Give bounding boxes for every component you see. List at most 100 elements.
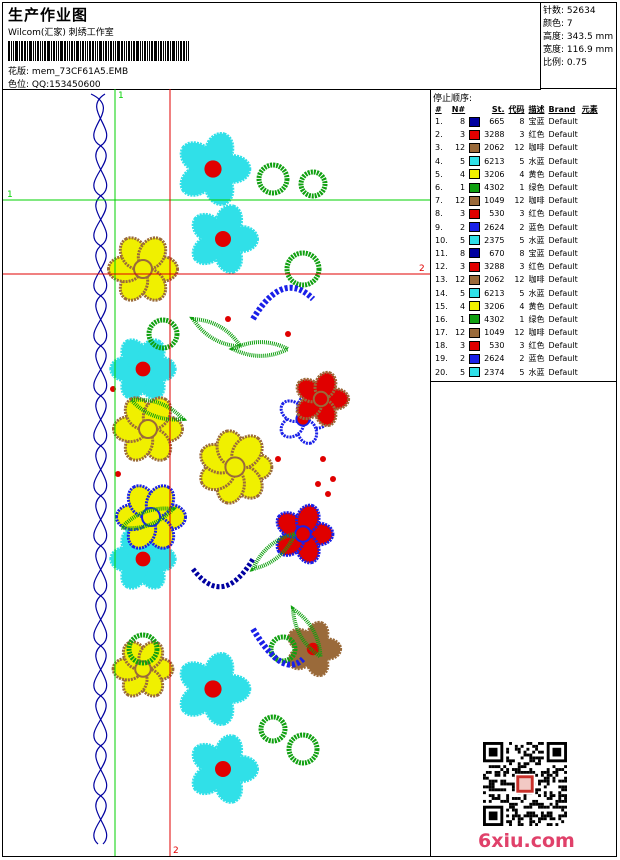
needle-number: 3	[460, 209, 466, 219]
stitch-count: 2374	[484, 367, 505, 377]
row-index: 5.	[435, 169, 443, 179]
color-swatch	[467, 115, 482, 128]
thread-brand: Default	[548, 235, 578, 245]
thread-brand: Default	[548, 143, 578, 153]
table-header-row: # N# St. 代码 描述 Brand 元素	[433, 103, 600, 115]
thread-brand: Default	[548, 314, 578, 324]
table-row: 18. 3 530 3 红色 Default	[433, 339, 600, 352]
table-row: 19. 2 2624 2 蓝色 Default	[433, 352, 600, 365]
color-swatch	[467, 247, 482, 260]
table-row: 3. 12 2062 12 咖啡 Default	[433, 141, 600, 154]
table-row: 17. 12 1049 12 咖啡 Default	[433, 326, 600, 339]
needle-number: 2	[460, 222, 466, 232]
stat-height: 高度: 343.5 mm	[543, 32, 614, 42]
table-row: 20. 5 2374 5 水蓝 Default	[433, 366, 600, 379]
stitch-count: 6213	[484, 288, 505, 298]
color-swatch-box	[469, 169, 481, 180]
color-swatch-box	[469, 340, 481, 351]
color-description: 水蓝	[528, 288, 545, 298]
stitch-count: 665	[489, 117, 505, 127]
color-description: 宝蓝	[528, 248, 545, 258]
header-info: 生产作业图 Wilcom(汇家) 刺绣工作室 花版: mem_73CF61A5.…	[3, 3, 541, 90]
thread-brand: Default	[548, 275, 578, 285]
table-row: 1. 8 665 8 宝蓝 Default	[433, 115, 600, 128]
row-index: 18.	[435, 341, 448, 351]
elements-cell	[580, 128, 600, 141]
needle-number: 4	[460, 169, 466, 179]
elements-cell	[580, 339, 600, 352]
color-code: 2	[519, 354, 525, 364]
color-swatch	[467, 141, 482, 154]
row-index: 15.	[435, 301, 448, 311]
color-code: 5	[519, 288, 525, 298]
thread-brand: Default	[548, 209, 578, 219]
elements-cell	[580, 300, 600, 313]
color-swatch-box	[469, 367, 481, 378]
color-code: 1	[519, 314, 525, 324]
color-swatch-box	[469, 274, 481, 285]
stitch-count: 1049	[484, 328, 505, 338]
stitch-count: 2375	[484, 235, 505, 245]
row-index: 16.	[435, 314, 448, 324]
color-code: 8	[519, 248, 525, 258]
stitch-count: 3206	[484, 169, 505, 179]
color-swatch	[467, 366, 482, 379]
color-code: 5	[519, 235, 525, 245]
table-row: 12. 3 3288 3 红色 Default	[433, 260, 600, 273]
row-index: 3.	[435, 143, 443, 153]
color-description: 绿色	[528, 183, 545, 193]
color-description: 黄色	[528, 301, 545, 311]
needle-number: 8	[460, 248, 466, 258]
color-swatch	[467, 168, 482, 181]
color-code: 3	[519, 209, 525, 219]
table-row: 13. 12 2062 12 咖啡 Default	[433, 273, 600, 286]
table-row: 14. 5 6213 5 水蓝 Default	[433, 286, 600, 299]
stitch-count: 3206	[484, 301, 505, 311]
color-swatch	[467, 313, 482, 326]
guide-label-green-horizontal: 1	[7, 190, 13, 200]
color-description: 红色	[528, 130, 545, 140]
column-header: #	[435, 104, 442, 114]
thread-brand: Default	[548, 248, 578, 258]
needle-number: 5	[460, 367, 466, 377]
elements-cell	[580, 115, 600, 128]
elements-cell	[580, 141, 600, 154]
needle-number: 12	[454, 143, 466, 153]
row-index: 17.	[435, 328, 448, 338]
color-swatch-box	[469, 327, 481, 338]
stitch-count: 530	[489, 341, 505, 351]
color-swatch-box	[469, 142, 481, 153]
site-watermark-logo: 6xiu.com	[478, 830, 575, 852]
row-index: 1.	[435, 117, 443, 127]
color-code: 4	[519, 169, 525, 179]
color-description: 水蓝	[528, 156, 545, 166]
color-description: 咖啡	[528, 143, 545, 153]
row-index: 4.	[435, 156, 443, 166]
color-swatch	[467, 326, 482, 339]
color-description: 红色	[528, 209, 545, 219]
color-swatch	[467, 234, 482, 247]
design-label: 花版:	[8, 67, 30, 77]
row-index: 19.	[435, 354, 448, 364]
table-row: 7. 12 1049 12 咖啡 Default	[433, 194, 600, 207]
color-swatch	[467, 339, 482, 352]
company-name: Wilcom(汇家) 刺绣工作室	[8, 28, 114, 38]
needle-number: 2	[460, 354, 466, 364]
stitch-count: 1049	[484, 196, 505, 206]
color-swatch-box	[469, 288, 481, 299]
column-header: 描述	[528, 104, 545, 114]
needle-number: 8	[460, 117, 466, 127]
color-code: 5	[519, 156, 525, 166]
stop-sequence-table: # N# St. 代码 描述 Brand 元素 1. 8 665 8 宝蓝 Default…	[433, 103, 600, 379]
color-description: 红色	[528, 262, 545, 272]
elements-cell	[580, 286, 600, 299]
table-row: 11. 8 670 8 宝蓝 Default	[433, 247, 600, 260]
stitch-count: 3288	[484, 130, 505, 140]
thread-brand: Default	[548, 367, 578, 377]
color-swatch-box	[469, 195, 481, 206]
table-row: 2. 3 3288 3 红色 Default	[433, 128, 600, 141]
stitch-count: 530	[489, 209, 505, 219]
color-swatch-box	[469, 248, 481, 259]
elements-cell	[580, 194, 600, 207]
color-description: 绿色	[528, 314, 545, 324]
